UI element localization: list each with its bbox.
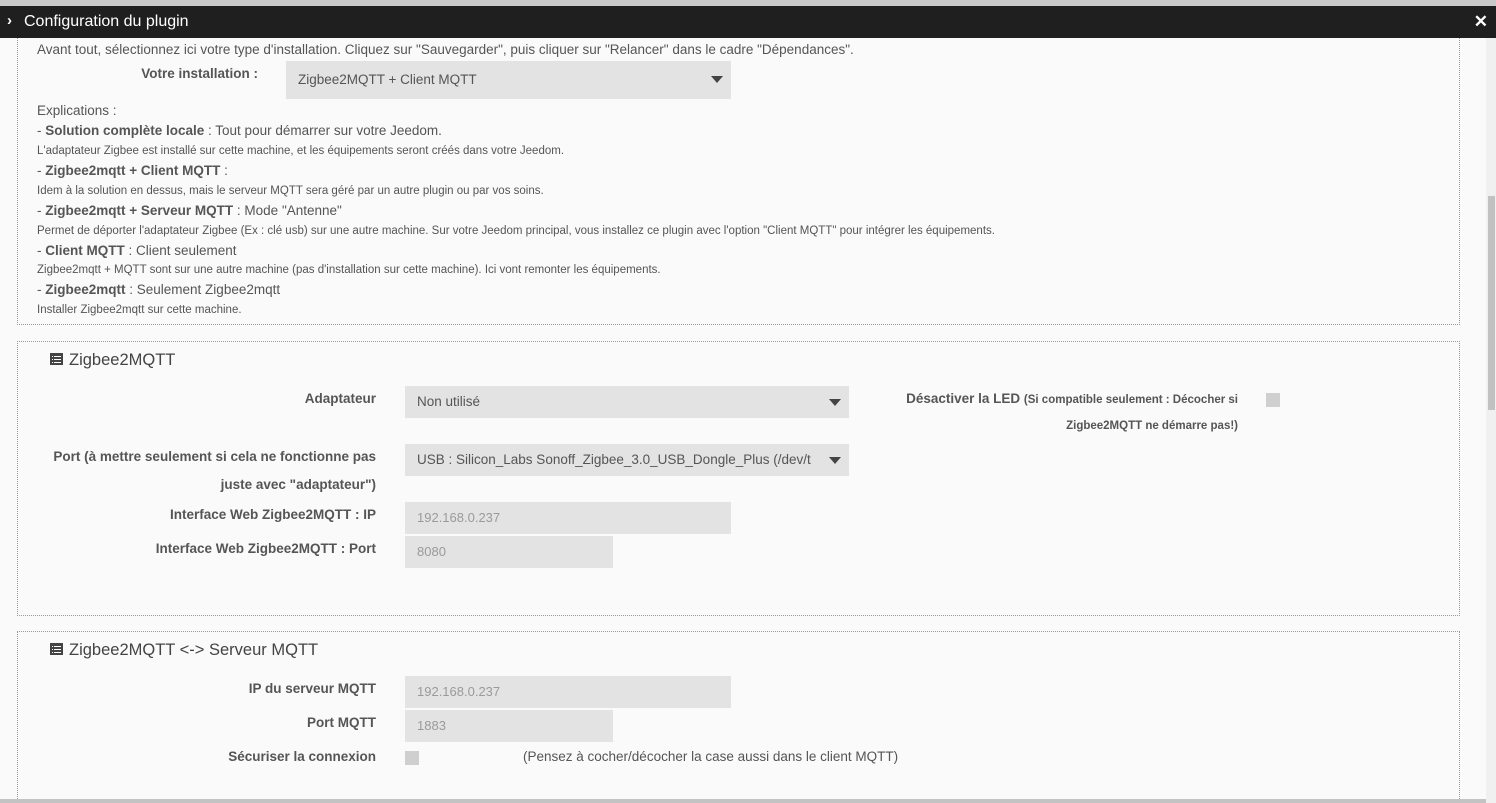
installation-label: Votre installation : <box>141 66 258 81</box>
disable-led-label: Désactiver la LED (Si compatible seuleme… <box>860 391 1238 406</box>
explanation-name: Zigbee2mqtt + Serveur MQTT <box>45 203 234 218</box>
chevron-right-icon: › <box>7 12 12 29</box>
scrollbar-track[interactable] <box>1486 38 1496 803</box>
explanation-name: Solution complète locale <box>45 123 205 138</box>
chevron-down-icon <box>829 457 841 464</box>
intro-text: Avant tout, sélectionnez ici votre type … <box>37 42 854 57</box>
explanation-item: - Solution complète locale : Tout pour d… <box>37 123 442 138</box>
scrollbar-thumb[interactable] <box>1488 196 1495 410</box>
web-ip-label: Interface Web Zigbee2MQTT : IP <box>169 507 376 522</box>
port-label-line2: juste avec "adaptateur") <box>220 477 376 492</box>
explanation-item: - Client MQTT : Client seulement <box>37 243 237 258</box>
bottom-border <box>0 799 1486 803</box>
explanation-name: Client MQTT <box>45 243 125 258</box>
web-port-input[interactable]: 8080 <box>405 536 613 568</box>
mqtt-ip-label: IP du serveur MQTT <box>248 681 376 696</box>
secure-connection-checkbox[interactable] <box>405 751 419 765</box>
explanation-name: Zigbee2mqtt <box>45 282 126 297</box>
port-label: Port (à mettre seulement si cela ne fonc… <box>53 449 376 464</box>
adapter-select-value: Non utilisé <box>417 394 481 409</box>
explanation-suffix: : Mode "Antenne" <box>233 203 342 218</box>
modal-content: Avant tout, sélectionnez ici votre type … <box>0 38 1486 803</box>
explanation-desc: Installer Zigbee2mqtt sur cette machine. <box>37 304 242 316</box>
explanation-desc: Permet de déporter l'adaptateur Zigbee (… <box>37 225 995 237</box>
explanation-name: Zigbee2mqtt + Client MQTT <box>45 163 221 178</box>
explanation-desc: Zigbee2mqtt + MQTT sont sur une autre ma… <box>37 264 661 276</box>
mqtt-title-text: Zigbee2MQTT <-> Serveur MQTT <box>69 641 319 659</box>
web-port-label: Interface Web Zigbee2MQTT : Port <box>155 541 376 556</box>
explanation-desc: L'adaptateur Zigbee est installé sur cet… <box>37 145 565 157</box>
adapter-select[interactable]: Non utilisé <box>405 386 849 418</box>
mqtt-section-title: Zigbee2MQTT <-> Serveur MQTT <box>50 641 318 660</box>
installation-select[interactable]: Zigbee2MQTT + Client MQTT <box>286 61 731 99</box>
explanation-suffix: : Seulement Zigbee2mqtt <box>125 282 281 297</box>
explanation-suffix: : Client seulement <box>124 243 237 258</box>
explanations-title: Explications : <box>37 103 117 118</box>
explanation-item: - Zigbee2mqtt + Client MQTT : <box>37 163 228 178</box>
explanation-suffix: : <box>220 163 228 178</box>
zigbee2mqtt-title-text: Zigbee2MQTT <box>69 351 176 369</box>
disable-led-note: (Si compatible seulement : Décocher si <box>1023 394 1238 406</box>
disable-led-note-line2: Zigbee2MQTT ne démarre pas!) <box>1066 420 1238 432</box>
explanation-suffix: : Tout pour démarrer sur votre Jeedom. <box>204 123 442 138</box>
web-ip-input[interactable]: 192.168.0.237 <box>405 502 731 534</box>
port-select-value: USB : Silicon_Labs Sonoff_Zigbee_3.0_USB… <box>417 452 811 467</box>
mqtt-ip-input[interactable]: 192.168.0.237 <box>405 676 731 708</box>
explanation-desc: Idem à la solution en dessus, mais le se… <box>37 185 544 197</box>
adapter-label: Adaptateur <box>304 391 376 406</box>
secure-connection-label: Sécuriser la connexion <box>228 749 376 764</box>
port-select[interactable]: USB : Silicon_Labs Sonoff_Zigbee_3.0_USB… <box>405 444 849 476</box>
disable-led-label-bold: Désactiver la LED <box>906 391 1021 406</box>
chevron-down-icon <box>711 76 723 83</box>
chevron-down-icon <box>829 399 841 406</box>
explanation-item: - Zigbee2mqtt : Seulement Zigbee2mqtt <box>37 282 281 297</box>
close-icon[interactable]: ✕ <box>1474 12 1488 32</box>
mqtt-port-input[interactable]: 1883 <box>405 710 613 742</box>
explanation-item: - Zigbee2mqtt + Serveur MQTT : Mode "Ant… <box>37 203 342 218</box>
list-alt-icon <box>50 642 63 655</box>
mqtt-port-label: Port MQTT <box>307 715 376 730</box>
secure-connection-note: (Pensez à cocher/décocher la case aussi … <box>523 749 899 764</box>
modal-titlebar: › Configuration du plugin ✕ <box>0 6 1496 38</box>
list-alt-icon <box>50 352 63 365</box>
installation-select-value: Zigbee2MQTT + Client MQTT <box>298 72 477 87</box>
zigbee2mqtt-section-title: Zigbee2MQTT <box>50 351 175 370</box>
disable-led-checkbox[interactable] <box>1266 393 1280 407</box>
modal-title: Configuration du plugin <box>24 13 189 30</box>
